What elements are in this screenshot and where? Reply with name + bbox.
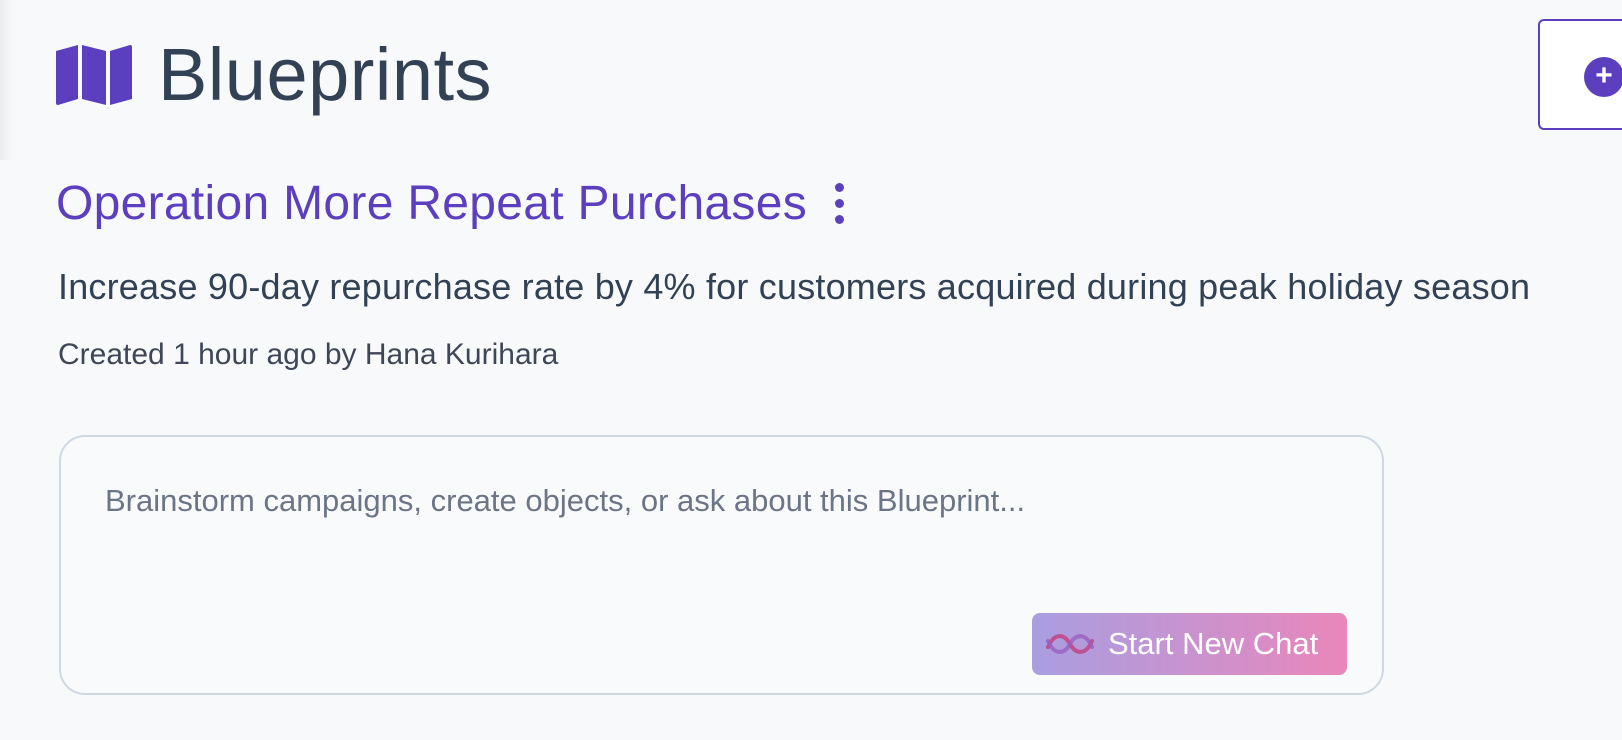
page-title: Blueprints (158, 33, 493, 116)
map-icon (56, 45, 132, 105)
blueprint-meta: Created 1 hour ago by Hana Kurihara (58, 338, 559, 371)
sidebar-edge-shadow (0, 0, 14, 160)
new-blueprint-button[interactable]: + (1538, 19, 1622, 130)
blueprints-page: Blueprints + Operation More Repeat Purch… (0, 0, 1622, 740)
plus-circle-icon: + (1584, 57, 1622, 97)
page-header: Blueprints (56, 30, 492, 120)
kebab-dot (835, 199, 845, 208)
kebab-dot (835, 215, 845, 224)
chat-input[interactable] (105, 477, 1305, 525)
chat-composer: Start New Chat (59, 435, 1384, 695)
more-options-icon[interactable] (829, 179, 850, 228)
wave-icon (1046, 634, 1094, 654)
kebab-dot (835, 183, 845, 192)
blueprint-title-row: Operation More Repeat Purchases (56, 176, 850, 231)
start-new-chat-button[interactable]: Start New Chat (1032, 613, 1347, 675)
blueprint-title[interactable]: Operation More Repeat Purchases (56, 176, 807, 231)
start-new-chat-label: Start New Chat (1108, 626, 1319, 661)
blueprint-goal: Increase 90-day repurchase rate by 4% fo… (58, 266, 1531, 307)
